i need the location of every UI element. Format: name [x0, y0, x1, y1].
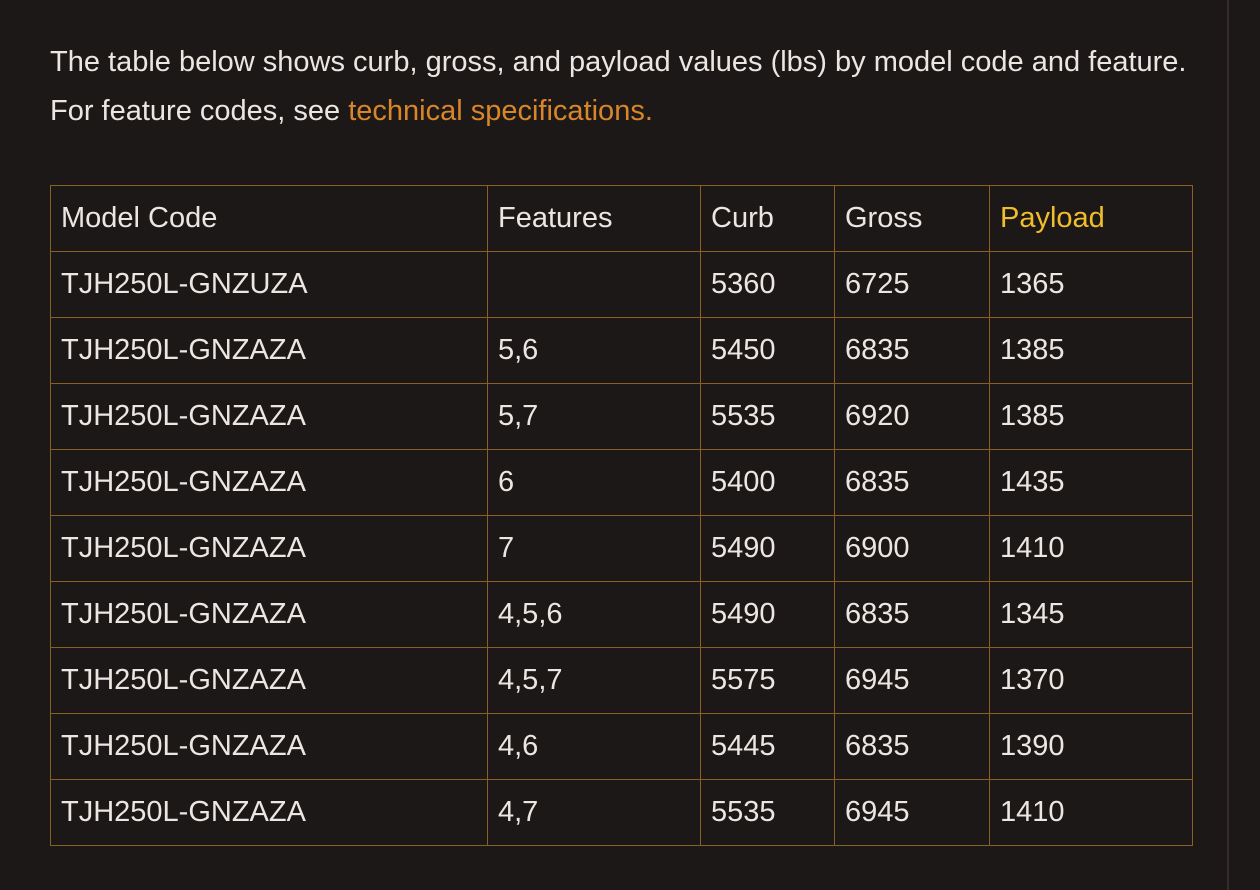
cell-curb: 5400	[700, 449, 835, 516]
cell-payload: 1385	[989, 383, 1193, 450]
table-row: TJH250L-GNZAZA 7 5490 6900 1410	[50, 515, 1193, 582]
cell-payload: 1390	[989, 713, 1193, 780]
cell-payload: 1370	[989, 647, 1193, 714]
cell-model-code: TJH250L-GNZAZA	[50, 317, 488, 384]
cell-curb: 5535	[700, 779, 835, 846]
cell-features: 4,5,6	[487, 581, 701, 648]
cell-model-code: TJH250L-GNZAZA	[50, 713, 488, 780]
cell-curb: 5575	[700, 647, 835, 714]
cell-curb: 5490	[700, 581, 835, 648]
cell-gross: 6900	[834, 515, 990, 582]
column-header-features: Features	[487, 185, 701, 252]
cell-features: 4,7	[487, 779, 701, 846]
table-row: TJH250L-GNZAZA 5,6 5450 6835 1385	[50, 317, 1193, 384]
technical-specifications-link[interactable]: technical specifications.	[348, 95, 653, 127]
cell-curb: 5535	[700, 383, 835, 450]
weights-table: Model Code Features Curb Gross Payload T…	[50, 185, 1193, 846]
cell-features: 5,7	[487, 383, 701, 450]
table-row: TJH250L-GNZAZA 6 5400 6835 1435	[50, 449, 1193, 516]
column-header-payload: Payload	[989, 185, 1193, 252]
cell-gross: 6725	[834, 251, 990, 318]
cell-payload: 1410	[989, 779, 1193, 846]
cell-curb: 5360	[700, 251, 835, 318]
table-row: TJH250L-GNZAZA 4,5,7 5575 6945 1370	[50, 647, 1193, 714]
cell-gross: 6945	[834, 647, 990, 714]
cell-features	[487, 251, 701, 318]
cell-payload: 1345	[989, 581, 1193, 648]
cell-curb: 5490	[700, 515, 835, 582]
cell-features: 4,6	[487, 713, 701, 780]
cell-model-code: TJH250L-GNZAZA	[50, 449, 488, 516]
cell-gross: 6835	[834, 713, 990, 780]
cell-gross: 6945	[834, 779, 990, 846]
cell-curb: 5450	[700, 317, 835, 384]
cell-gross: 6835	[834, 449, 990, 516]
cell-features: 5,6	[487, 317, 701, 384]
table-row: TJH250L-GNZAZA 4,5,6 5490 6835 1345	[50, 581, 1193, 648]
page-divider	[1227, 0, 1229, 890]
cell-curb: 5445	[700, 713, 835, 780]
cell-model-code: TJH250L-GNZAZA	[50, 515, 488, 582]
table-row: TJH250L-GNZAZA 5,7 5535 6920 1385	[50, 383, 1193, 450]
cell-features: 6	[487, 449, 701, 516]
cell-model-code: TJH250L-GNZAZA	[50, 647, 488, 714]
table-row: TJH250L-GNZAZA 4,7 5535 6945 1410	[50, 779, 1193, 846]
cell-model-code: TJH250L-GNZAZA	[50, 581, 488, 648]
table-row: TJH250L-GNZUZA 5360 6725 1365	[50, 251, 1193, 318]
cell-payload: 1385	[989, 317, 1193, 384]
cell-payload: 1410	[989, 515, 1193, 582]
table-header-row: Model Code Features Curb Gross Payload	[50, 185, 1193, 252]
article-content: The table below shows curb, gross, and p…	[50, 38, 1193, 846]
column-header-gross: Gross	[834, 185, 990, 252]
column-header-curb: Curb	[700, 185, 835, 252]
cell-model-code: TJH250L-GNZAZA	[50, 383, 488, 450]
cell-gross: 6835	[834, 581, 990, 648]
cell-gross: 6920	[834, 383, 990, 450]
cell-payload: 1435	[989, 449, 1193, 516]
table-row: TJH250L-GNZAZA 4,6 5445 6835 1390	[50, 713, 1193, 780]
cell-features: 7	[487, 515, 701, 582]
cell-model-code: TJH250L-GNZAZA	[50, 779, 488, 846]
cell-gross: 6835	[834, 317, 990, 384]
cell-features: 4,5,7	[487, 647, 701, 714]
cell-model-code: TJH250L-GNZUZA	[50, 251, 488, 318]
column-header-model-code: Model Code	[50, 185, 488, 252]
cell-payload: 1365	[989, 251, 1193, 318]
intro-paragraph: The table below shows curb, gross, and p…	[50, 38, 1192, 136]
